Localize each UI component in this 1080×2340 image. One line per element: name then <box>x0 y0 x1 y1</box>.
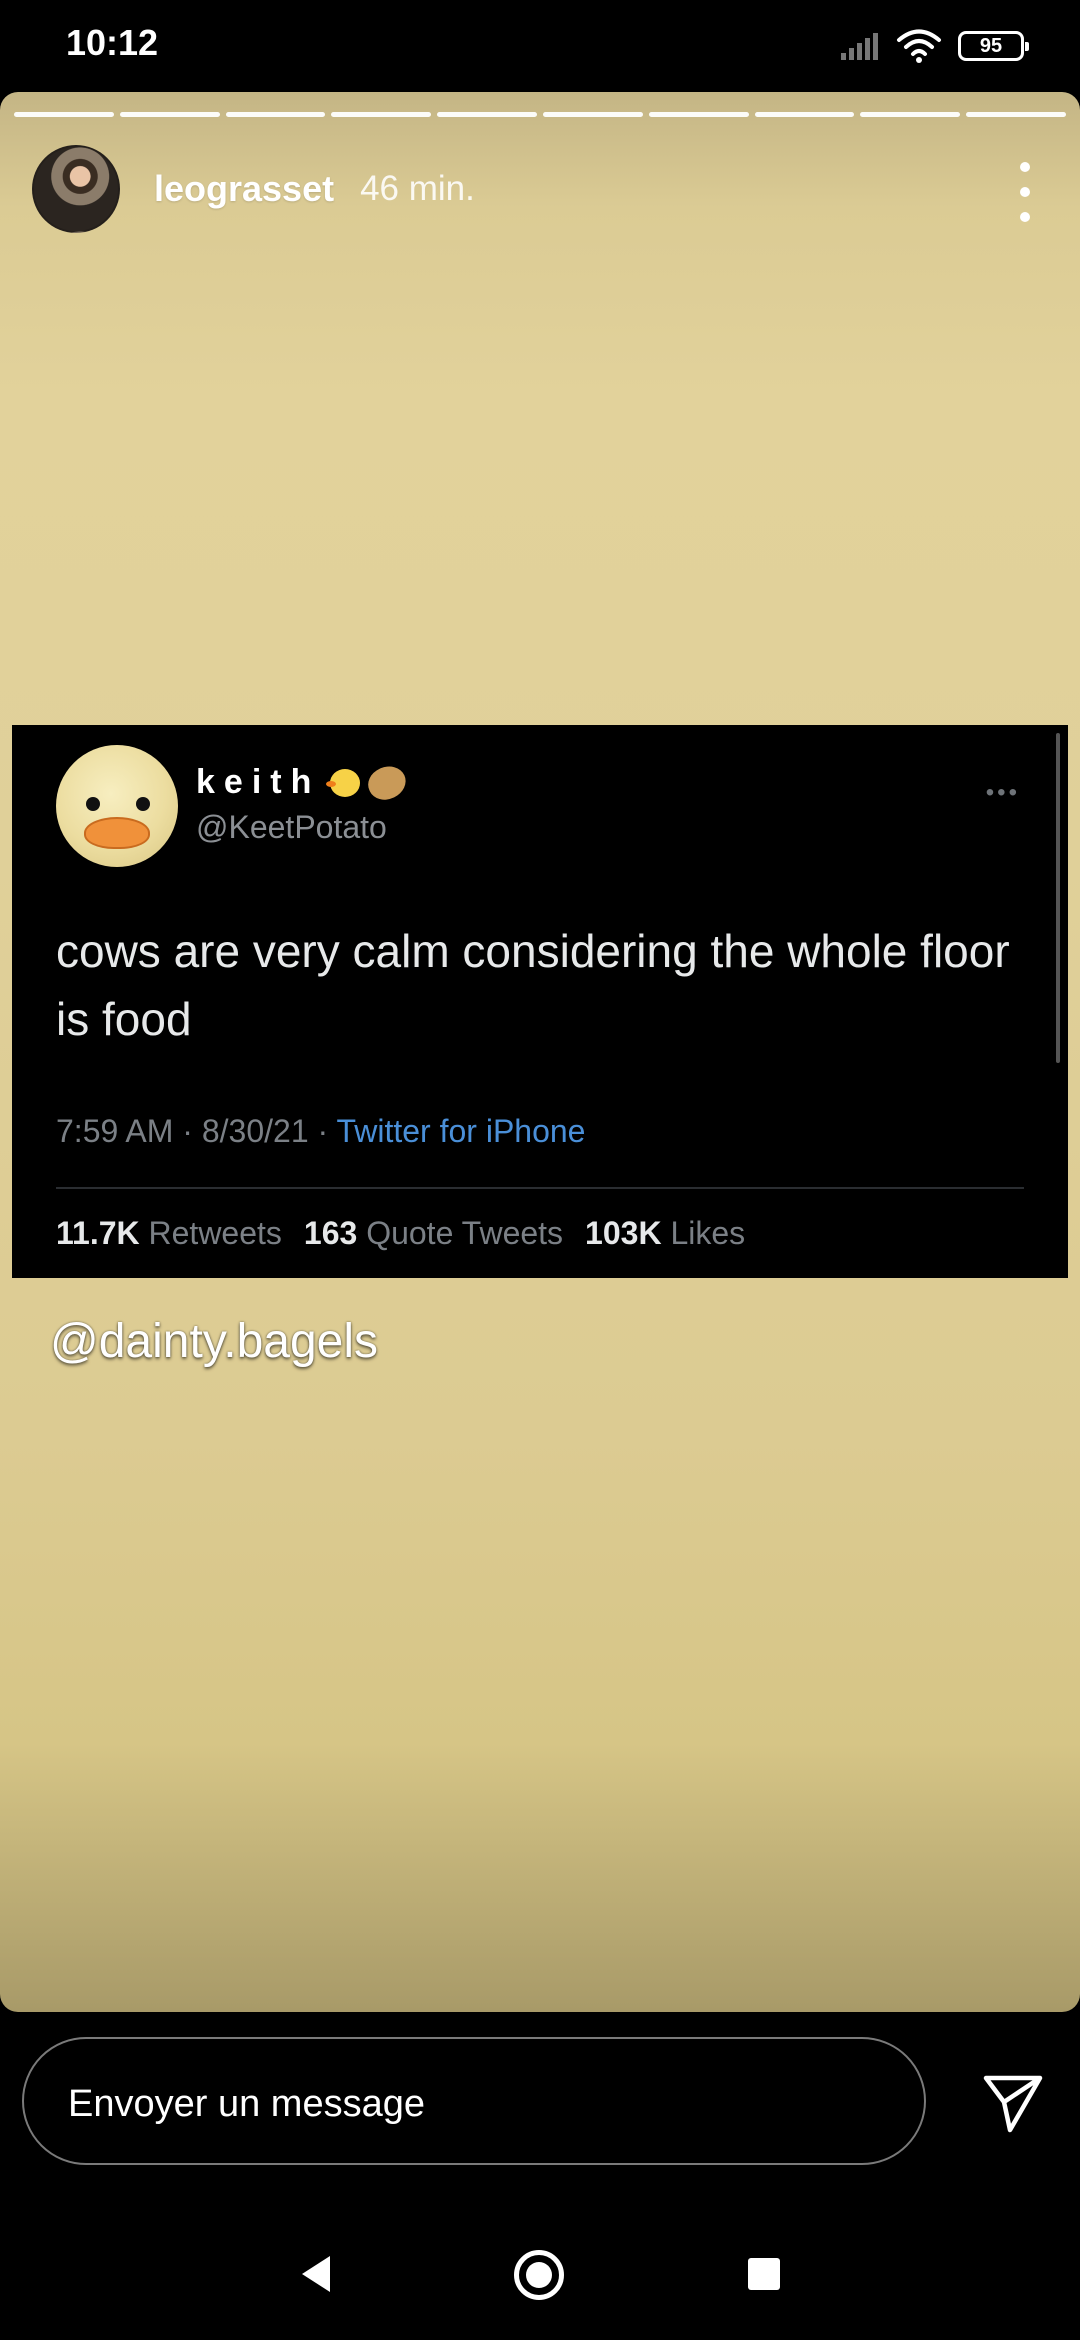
message-placeholder: Envoyer un message <box>68 2083 425 2125</box>
paper-plane-icon <box>983 2075 1043 2133</box>
tweet-time: 7:59 AM <box>56 1113 174 1149</box>
progress-segment <box>225 112 326 117</box>
tweet-scrollbar <box>1056 733 1060 1063</box>
send-button[interactable] <box>982 2072 1044 2134</box>
status-icons: 95 <box>840 24 1029 68</box>
tweet-text: cows are very calm considering the whole… <box>56 925 1010 1045</box>
more-options-button[interactable] <box>1010 162 1040 222</box>
tweet-date: 8/30/21 <box>201 1113 309 1149</box>
home-icon[interactable] <box>514 2250 564 2300</box>
progress-segment <box>648 112 749 117</box>
tweet-display-name: keith <box>196 759 412 806</box>
story-progress <box>14 112 1066 117</box>
quotes-count: 163 <box>303 1215 358 1251</box>
signal-icon <box>841 33 878 60</box>
message-input[interactable]: Envoyer un message <box>22 2037 926 2165</box>
progress-segment <box>14 112 114 117</box>
status-clock: 10:12 <box>66 22 159 63</box>
navigation-bar <box>0 2220 1080 2340</box>
story-username[interactable]: leograsset <box>154 168 334 210</box>
instagram-story-screen: 10:12 95 leograsset 46 min. keith @KeetP… <box>0 0 1080 2340</box>
battery-icon: 95 <box>958 31 1029 61</box>
duck-beak-icon <box>84 817 150 849</box>
divider <box>56 1187 1024 1189</box>
tweet-stats: 11.7K Retweets 163 Quote Tweets 103K Likes <box>56 1215 745 1252</box>
recents-icon[interactable] <box>748 2258 780 2290</box>
avatar[interactable] <box>32 145 120 233</box>
chick-emoji-icon <box>326 768 361 797</box>
tweet-avatar <box>56 745 178 867</box>
tweet-name-text: keith <box>196 763 321 801</box>
duck-eye-icon <box>136 797 150 811</box>
status-bar: 10:12 95 <box>0 0 1080 92</box>
progress-segment <box>966 112 1066 117</box>
likes-count: 103K <box>585 1215 662 1251</box>
tweet-more-icon: ••• <box>985 779 1020 806</box>
story-header: leograsset 46 min. <box>32 144 475 234</box>
progress-segment <box>119 112 220 117</box>
likes-label: Likes <box>670 1215 746 1251</box>
potato-emoji-icon <box>363 759 412 806</box>
tweet-source: Twitter for iPhone <box>336 1113 586 1149</box>
progress-segment <box>754 112 855 117</box>
progress-segment <box>437 112 537 117</box>
mention-sticker[interactable]: @dainty.bagels <box>50 1314 378 1369</box>
wifi-icon <box>897 29 941 63</box>
tweet-meta: 7:59 AM · 8/30/21 · Twitter for iPhone <box>56 1113 586 1149</box>
retweets-count: 11.7K <box>56 1215 140 1251</box>
progress-segment <box>542 112 643 117</box>
back-icon[interactable] <box>296 2254 336 2294</box>
quotes-label: Quote Tweets <box>366 1215 564 1251</box>
duck-eye-icon <box>86 797 100 811</box>
story-time-ago: 46 min. <box>360 169 475 208</box>
retweets-label: Retweets <box>148 1215 282 1251</box>
progress-segment <box>331 112 432 117</box>
vertical-dots-icon <box>1020 162 1030 172</box>
progress-segment <box>860 112 961 117</box>
tweet-handle: @KeetPotato <box>196 809 387 845</box>
battery-level: 95 <box>979 34 1003 57</box>
tweet-screenshot: keith @KeetPotato ••• cows are very calm… <box>12 725 1068 1278</box>
story-card[interactable]: leograsset 46 min. keith @KeetPotato •••… <box>0 92 1080 2012</box>
